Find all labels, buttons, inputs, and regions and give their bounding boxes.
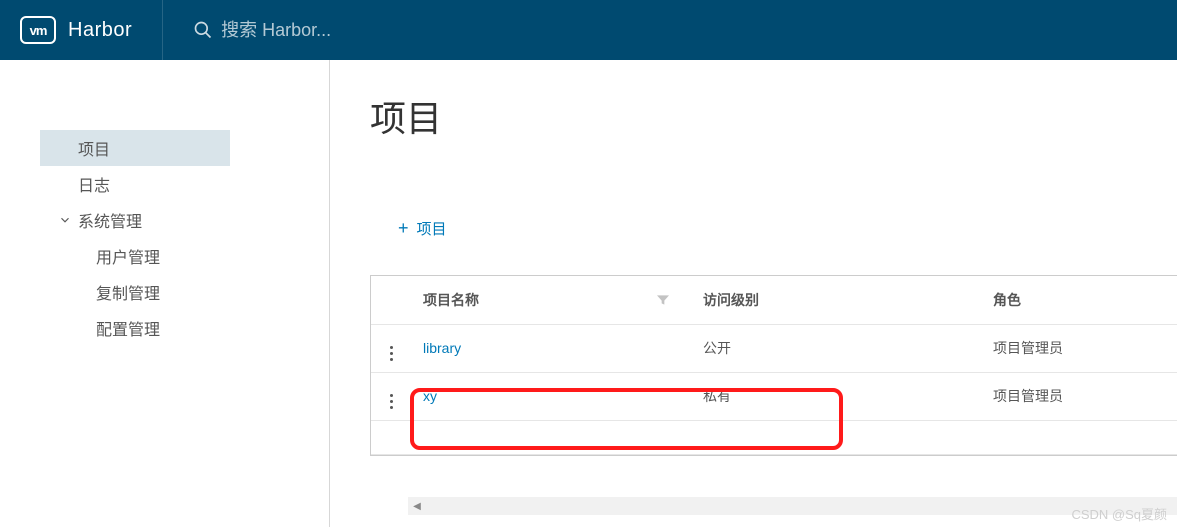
add-project-button[interactable]: + 项目 — [388, 212, 457, 245]
search-input[interactable] — [221, 20, 521, 41]
sidebar-item-label: 项目 — [78, 136, 110, 160]
sidebar-item-projects[interactable]: 项目 — [40, 130, 230, 166]
sidebar-item-logs[interactable]: 日志 — [40, 166, 230, 202]
access-cell: 私有 — [691, 372, 981, 420]
col-name[interactable]: 项目名称 — [411, 276, 691, 324]
horizontal-scrollbar[interactable]: ◀ — [408, 497, 1177, 515]
sidebar-item-replication[interactable]: 复制管理 — [40, 274, 230, 310]
sidebar-item-label: 日志 — [78, 172, 110, 196]
project-link[interactable]: library — [423, 340, 461, 356]
col-role[interactable]: 角色 — [981, 276, 1177, 324]
projects-table: 项目名称 访问级别 角色 — [370, 275, 1177, 456]
sidebar-item-label: 复制管理 — [96, 280, 160, 304]
col-actions — [371, 276, 411, 324]
empty-row — [371, 420, 1177, 454]
sidebar-item-users[interactable]: 用户管理 — [40, 238, 230, 274]
search-area — [163, 20, 1177, 41]
app-name: Harbor — [68, 19, 132, 42]
plus-icon: + — [398, 218, 409, 239]
table-row: library 公开 项目管理员 — [371, 324, 1177, 372]
sidebar-item-config[interactable]: 配置管理 — [40, 310, 230, 346]
row-actions-icon[interactable] — [390, 394, 393, 409]
project-link[interactable]: xy — [423, 388, 437, 404]
filter-icon[interactable] — [655, 292, 671, 308]
sidebar: 项目 日志 系统管理 用户管理 复制管理 配置管理 — [0, 60, 330, 527]
add-button-label: 项目 — [417, 218, 447, 239]
main-content: 项目 + 项目 项目名称 访问级别 — [330, 60, 1177, 527]
logo-area: vm Harbor — [0, 0, 163, 60]
col-access[interactable]: 访问级别 — [691, 276, 981, 324]
header-bar: vm Harbor — [0, 0, 1177, 60]
role-cell: 项目管理员 — [981, 324, 1177, 372]
vm-logo-icon: vm — [20, 16, 56, 44]
watermark: CSDN @Sq夏颜 — [1071, 504, 1167, 523]
scroll-left-icon[interactable]: ◀ — [408, 497, 426, 515]
sidebar-item-label: 配置管理 — [96, 316, 160, 340]
access-cell: 公开 — [691, 324, 981, 372]
scroll-track[interactable] — [426, 497, 1177, 515]
sidebar-item-label: 用户管理 — [96, 244, 160, 268]
search-icon — [193, 20, 213, 40]
role-cell: 项目管理员 — [981, 372, 1177, 420]
sidebar-item-system[interactable]: 系统管理 — [40, 202, 230, 238]
sidebar-item-label: 系统管理 — [78, 208, 142, 232]
chevron-down-icon — [58, 213, 72, 227]
page-title: 项目 — [370, 90, 1177, 142]
row-actions-icon[interactable] — [390, 346, 393, 361]
table-row: xy 私有 项目管理员 — [371, 372, 1177, 420]
